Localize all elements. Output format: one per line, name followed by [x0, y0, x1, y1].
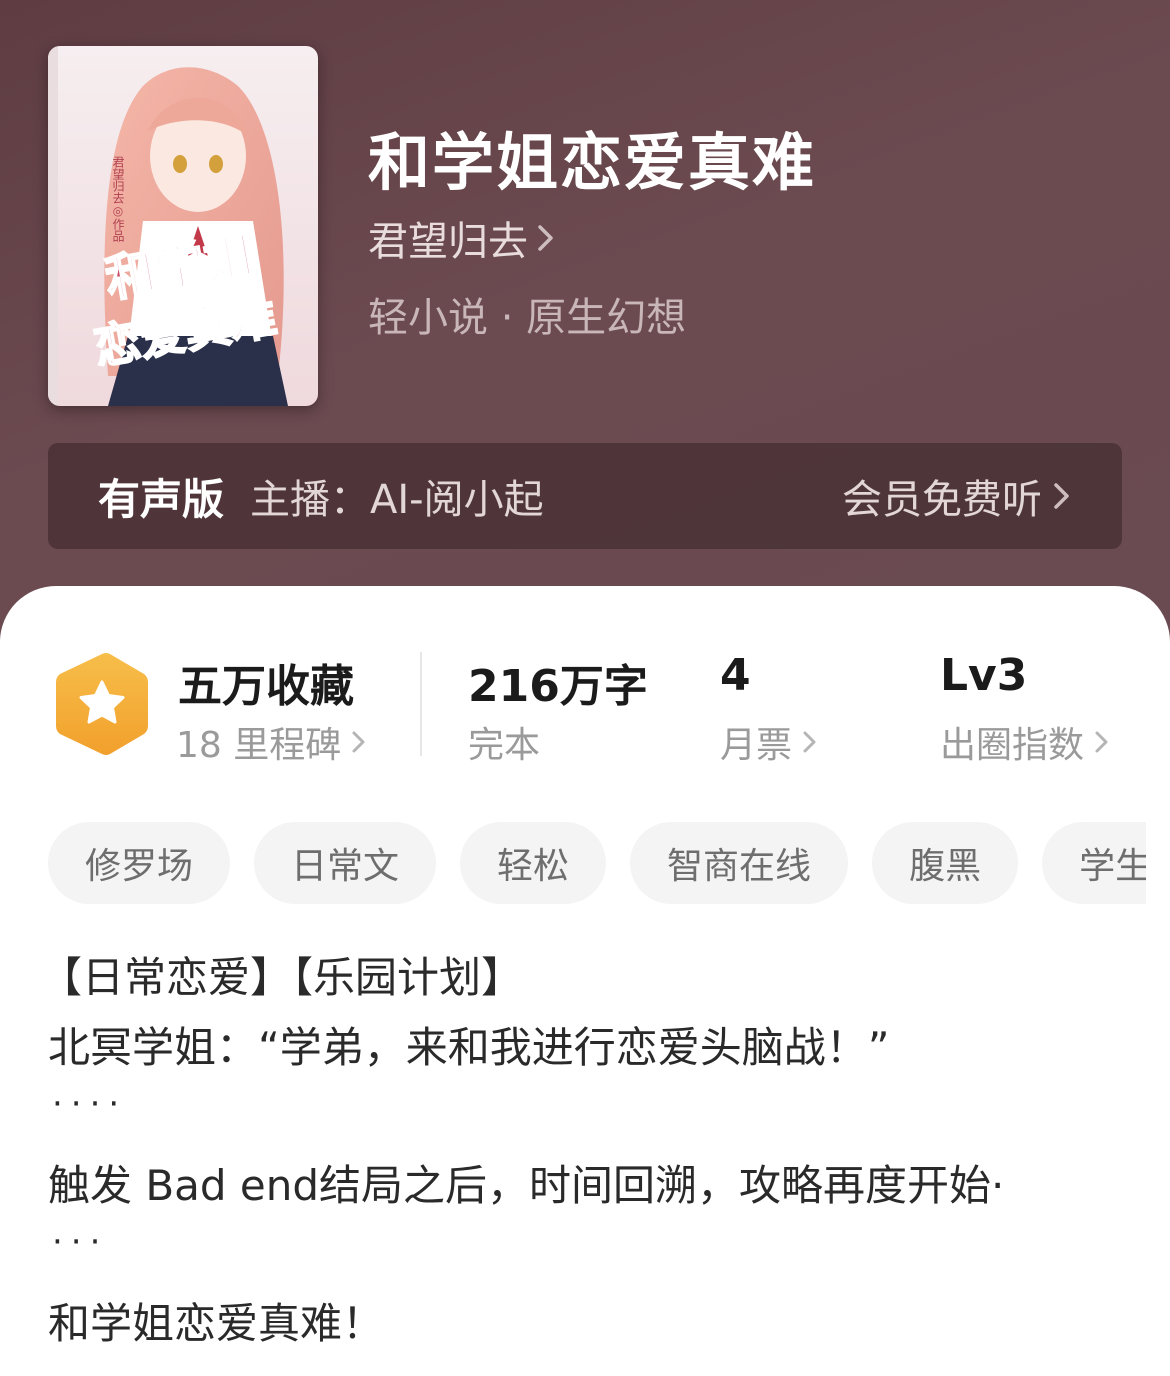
- collect-count: 五万收藏: [178, 661, 354, 712]
- author-link[interactable]: 君望归去: [368, 208, 556, 268]
- description-line: 触发 Bad end结局之后，时间回溯，攻略再度开始·: [48, 1161, 1005, 1210]
- description-ellipsis: ···: [52, 1222, 109, 1262]
- popularity-index-label: 出圈指数: [940, 725, 1085, 766]
- monthly-ticket-link[interactable]: 月票: [720, 716, 818, 768]
- book-cover-image[interactable]: 君望归去◎作品 和学姐 恋爱真难: [48, 46, 318, 406]
- book-header: 君望归去◎作品 和学姐 恋爱真难 和学姐恋爱真难 君望归去 轻小说 · 原生幻想…: [0, 0, 1170, 660]
- description-line: 北冥学姐：“学弟，来和我进行恋爱头脑战！”: [48, 1023, 890, 1072]
- book-genre: 轻小说 · 原生幻想: [368, 295, 687, 341]
- monthly-ticket-label: 月票: [720, 725, 793, 766]
- chevron-right-icon: [536, 221, 556, 255]
- description-ellipsis: ····: [52, 1084, 128, 1124]
- tag-chip[interactable]: 日常文: [254, 822, 437, 904]
- author-name: 君望归去: [368, 219, 528, 265]
- tag-chip[interactable]: 轻松: [460, 822, 607, 904]
- popularity-level: Lv3: [940, 650, 1028, 701]
- tag-chip[interactable]: 智商在线: [630, 822, 849, 904]
- word-count: 216万字: [468, 661, 648, 712]
- chevron-right-icon: [1052, 479, 1072, 513]
- monthly-ticket-count: 4: [720, 650, 751, 701]
- chevron-right-icon: [351, 728, 367, 756]
- tag-list: 修罗场 日常文 轻松 智商在线 腹黑 学生: [48, 822, 1146, 904]
- tag-chip[interactable]: 学生: [1042, 822, 1146, 904]
- milestone-label: 18 里程碑: [176, 725, 342, 766]
- description-line: 和学姐恋爱真难！: [48, 1299, 385, 1348]
- chevron-right-icon: [802, 728, 818, 756]
- stat-divider: [420, 652, 422, 756]
- description-line: 【日常恋爱】【乐园计划】: [40, 953, 524, 1002]
- audiobook-bar[interactable]: 有声版 主播：AI-阅小起 会员免费听: [48, 443, 1122, 549]
- tag-chip[interactable]: 修罗场: [48, 822, 231, 904]
- popularity-index-link[interactable]: 出圈指数: [940, 716, 1110, 768]
- audiobook-host: 主播：AI-阅小起: [250, 477, 544, 523]
- milestone-link[interactable]: 18 里程碑: [176, 716, 367, 768]
- cover-author-credit: 君望归去◎作品: [111, 156, 125, 242]
- audiobook-label: 有声版: [98, 474, 225, 524]
- member-free-listen-button[interactable]: 会员免费听: [842, 467, 1072, 525]
- star-badge-icon: [54, 652, 150, 756]
- chevron-right-icon: [1094, 728, 1110, 756]
- tag-chip[interactable]: 腹黑: [872, 822, 1019, 904]
- book-title: 和学姐恋爱真难: [368, 126, 817, 199]
- member-free-listen-label: 会员免费听: [842, 477, 1042, 523]
- completion-status: 完本: [468, 725, 541, 766]
